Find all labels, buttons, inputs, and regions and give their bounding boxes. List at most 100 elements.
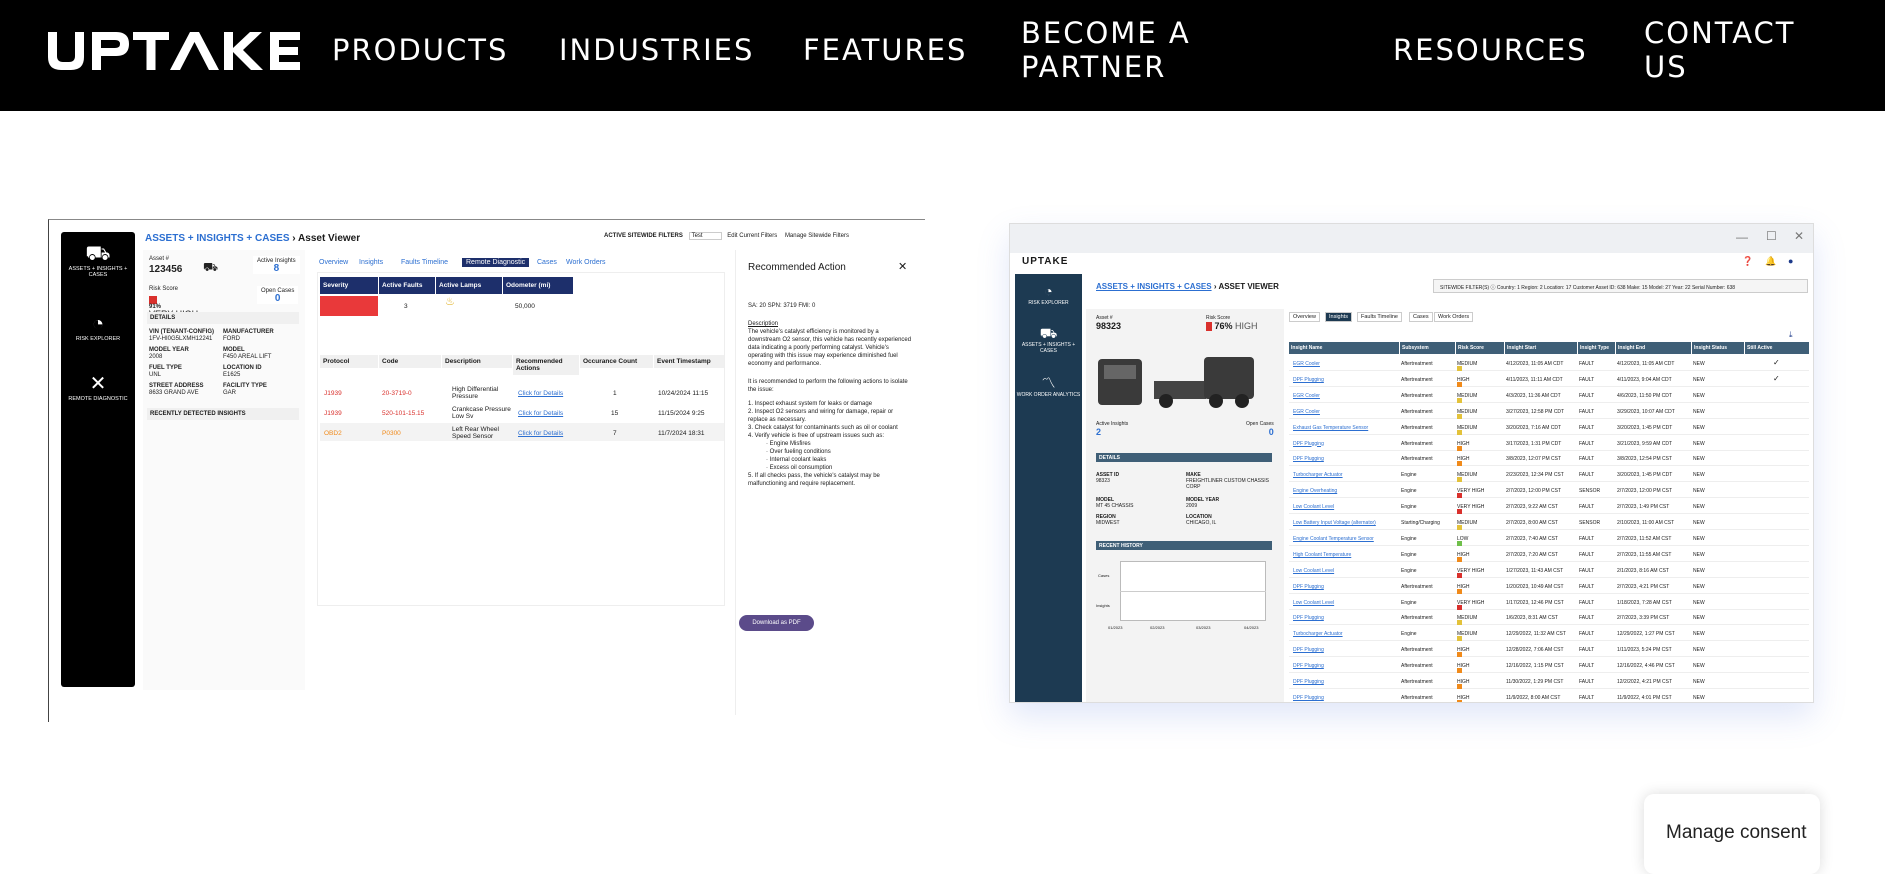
breadcrumb-link[interactable]: ASSETS + INSIGHTS + CASES <box>1096 282 1212 291</box>
app-logo[interactable]: UPTAKE <box>1022 256 1068 267</box>
filter-select[interactable]: Test <box>688 232 722 240</box>
column-header[interactable]: Occurance Count <box>580 355 653 368</box>
sidebar-item-assets[interactable]: ⛟ ASSETS + INSIGHTS + CASES <box>1015 324 1082 354</box>
table-row[interactable]: EGR Cooler Aftertreatment MEDIUM 4/3/2023, … <box>1289 388 1809 403</box>
edit-filters-link[interactable]: Edit Current Filters <box>727 233 777 239</box>
insight-name-link[interactable]: Engine Overheating <box>1293 488 1337 494</box>
insight-name-link[interactable]: DPF Plugging <box>1293 584 1324 590</box>
column-header[interactable]: Subsystem <box>1400 342 1455 354</box>
insight-name-link[interactable]: DPF Plugging <box>1293 377 1324 383</box>
tab-work-orders[interactable]: Work Orders <box>1434 312 1474 322</box>
nav-become-partner[interactable]: BECOME A PARTNER <box>1021 16 1241 84</box>
nav-products[interactable]: PRODUCTS <box>332 33 508 67</box>
insight-name-link[interactable]: DPF Plugging <box>1293 441 1324 447</box>
table-row[interactable]: DPF Plugging Aftertreatment HIGH 11/30/2022… <box>1289 674 1809 689</box>
nav-industries[interactable]: INDUSTRIES <box>559 33 754 67</box>
column-header[interactable]: Protocol <box>320 355 378 368</box>
table-row[interactable]: DPF Plugging Aftertreatment HIGH 1/20/2023,… <box>1289 579 1809 594</box>
table-row[interactable]: Exhaust Gas Temperature Sensor Aftertreat… <box>1289 420 1809 435</box>
details-link[interactable]: Click for Details <box>518 390 563 397</box>
insight-name-link[interactable]: Turbocharger Actuator <box>1293 631 1343 637</box>
insight-name-link[interactable]: Low Battery Input Voltage (alternator) <box>1293 520 1376 526</box>
insight-name-link[interactable]: DPF Plugging <box>1293 679 1324 685</box>
insight-name-link[interactable]: Low Coolant Level <box>1293 504 1334 510</box>
table-row[interactable]: Turbocharger Actuator Engine MEDIUM 2/23/20… <box>1289 467 1809 483</box>
tab-overview[interactable]: Overview <box>319 259 348 266</box>
nav-contact-us[interactable]: CONTACT US <box>1644 16 1834 84</box>
maximize-icon[interactable]: ☐ <box>1766 229 1777 243</box>
table-row[interactable]: Low Coolant Level Engine VERY HIGH 1/17/202… <box>1289 595 1809 610</box>
sidebar-item-work-orders[interactable]: 〽 WORK ORDER ANALYTICS <box>1015 374 1082 398</box>
insight-name-link[interactable]: EGR Cooler <box>1293 409 1320 415</box>
manage-consent-button[interactable]: Manage consent <box>1644 794 1820 874</box>
close-icon[interactable]: ✕ <box>898 260 907 273</box>
column-header[interactable]: Active Faults <box>379 277 435 294</box>
table-row[interactable]: Engine Overheating Engine VERY HIGH 2/7/202… <box>1289 483 1809 499</box>
column-header[interactable]: Event Timestamp <box>654 355 724 368</box>
tab-remote-diagnostic[interactable]: Remote Diagnostic <box>462 258 530 267</box>
column-header[interactable]: Code <box>379 355 441 368</box>
column-header[interactable]: Insight Status <box>1692 342 1744 354</box>
table-row[interactable]: DPF Plugging Aftertreatment HIGH 12/16/2022… <box>1289 658 1809 674</box>
tab-work-orders[interactable]: Work Orders <box>566 259 606 266</box>
table-row[interactable]: High Coolant Temperature Engine HIGH 2/7/20… <box>1289 547 1809 562</box>
table-row[interactable]: DPF Plugging Aftertreatment HIGH 11/9/2022,… <box>1289 690 1809 702</box>
table-row[interactable]: Low Coolant Level Engine VERY HIGH 1/27/202… <box>1289 563 1809 578</box>
manage-filters-link[interactable]: Manage Sitewide Filters <box>785 233 849 239</box>
sidebar-item-remote[interactable]: ✕ REMOTE DIAGNOSTIC <box>61 372 135 402</box>
nav-features[interactable]: FEATURES <box>803 33 967 67</box>
insight-name-link[interactable]: DPF Plugging <box>1293 663 1324 669</box>
table-row[interactable]: Engine Coolant Temperature Sensor Engine L… <box>1289 531 1809 546</box>
table-row[interactable]: EGR Cooler Aftertreatment MEDIUM 4/12/2023,… <box>1289 356 1809 371</box>
column-header[interactable]: Insight Name <box>1289 342 1399 354</box>
help-icon[interactable]: ❓ <box>1742 256 1753 267</box>
tab-faults-timeline[interactable]: Faults Timeline <box>1357 312 1402 322</box>
insight-name-link[interactable]: Low Coolant Level <box>1293 568 1334 574</box>
tab-insights[interactable]: Insights <box>359 259 383 266</box>
table-row[interactable]: Low Coolant Level Engine VERY HIGH 2/7/2023… <box>1289 499 1809 515</box>
table-row[interactable]: DPF Plugging Aftertreatment HIGH 3/17/2023,… <box>1289 436 1809 451</box>
tab-faults-timeline[interactable]: Faults Timeline <box>401 259 448 266</box>
nav-resources[interactable]: RESOURCES <box>1393 33 1588 67</box>
insight-name-link[interactable]: Turbocharger Actuator <box>1293 472 1343 478</box>
insight-name-link[interactable]: EGR Cooler <box>1293 361 1320 367</box>
sidebar-item-risk[interactable]: ◔ RISK EXPLORER <box>61 312 135 342</box>
download-icon[interactable]: ⤓ <box>1789 330 1793 340</box>
sidebar-item-risk[interactable]: ◔ RISK EXPLORER <box>1015 282 1082 306</box>
details-link[interactable]: Click for Details <box>518 430 563 437</box>
insight-name-link[interactable]: High Coolant Temperature <box>1293 552 1351 558</box>
table-row[interactable]: DPF Plugging Aftertreatment HIGH 4/11/2023,… <box>1289 372 1809 387</box>
uptake-logo[interactable] <box>48 32 332 70</box>
table-row[interactable]: DPF Plugging Aftertreatment MEDIUM 1/6/2023… <box>1289 610 1809 626</box>
download-pdf-button[interactable]: Download as PDF <box>739 615 814 631</box>
table-row[interactable]: Low Battery Input Voltage (alternator) St… <box>1289 515 1809 530</box>
column-header[interactable]: Active Lamps <box>436 277 502 294</box>
table-row[interactable]: DPF Plugging Aftertreatment HIGH 3/8/2023, … <box>1289 451 1809 467</box>
details-link[interactable]: Click for Details <box>518 410 563 417</box>
table-row[interactable]: DPF Plugging Aftertreatment HIGH 12/28/2022… <box>1289 642 1809 658</box>
tab-cases[interactable]: Cases <box>537 259 557 266</box>
column-header[interactable]: Insight Start <box>1505 342 1577 354</box>
insight-name-link[interactable]: DPF Plugging <box>1293 695 1324 701</box>
tab-cases[interactable]: Cases <box>1409 312 1433 322</box>
sitewide-filters[interactable]: SITEWIDE FILTER(S) ⓘ Country: 1 Region: … <box>1433 279 1808 293</box>
insight-name-link[interactable]: Exhaust Gas Temperature Sensor <box>1293 425 1368 431</box>
close-icon[interactable]: ✕ <box>1794 229 1804 243</box>
table-row[interactable]: EGR Cooler Aftertreatment MEDIUM 3/27/2023,… <box>1289 404 1809 419</box>
bell-icon[interactable]: 🔔 <box>1765 256 1776 267</box>
insight-name-link[interactable]: Low Coolant Level <box>1293 600 1334 606</box>
column-header[interactable]: Insight End <box>1616 342 1691 354</box>
insight-name-link[interactable]: DPF Plugging <box>1293 456 1324 462</box>
table-row[interactable]: Turbocharger Actuator Engine MEDIUM 12/29/2… <box>1289 626 1809 642</box>
minimize-icon[interactable]: — <box>1736 230 1748 244</box>
insight-name-link[interactable]: DPF Plugging <box>1293 647 1324 653</box>
insight-name-link[interactable]: EGR Cooler <box>1293 393 1320 399</box>
column-header[interactable]: Still Active <box>1745 342 1809 354</box>
sidebar-item-assets[interactable]: ⛟ ASSETS + INSIGHTS + CASES <box>61 242 135 278</box>
column-header[interactable]: Severity <box>320 277 378 294</box>
column-header[interactable]: Odometer (mi) <box>503 277 573 294</box>
insight-name-link[interactable]: DPF Plugging <box>1293 615 1324 621</box>
column-header[interactable]: Risk Score <box>1456 342 1504 354</box>
breadcrumb-link[interactable]: ASSETS + INSIGHTS + CASES <box>145 233 289 244</box>
tab-overview[interactable]: Overview <box>1289 312 1320 322</box>
